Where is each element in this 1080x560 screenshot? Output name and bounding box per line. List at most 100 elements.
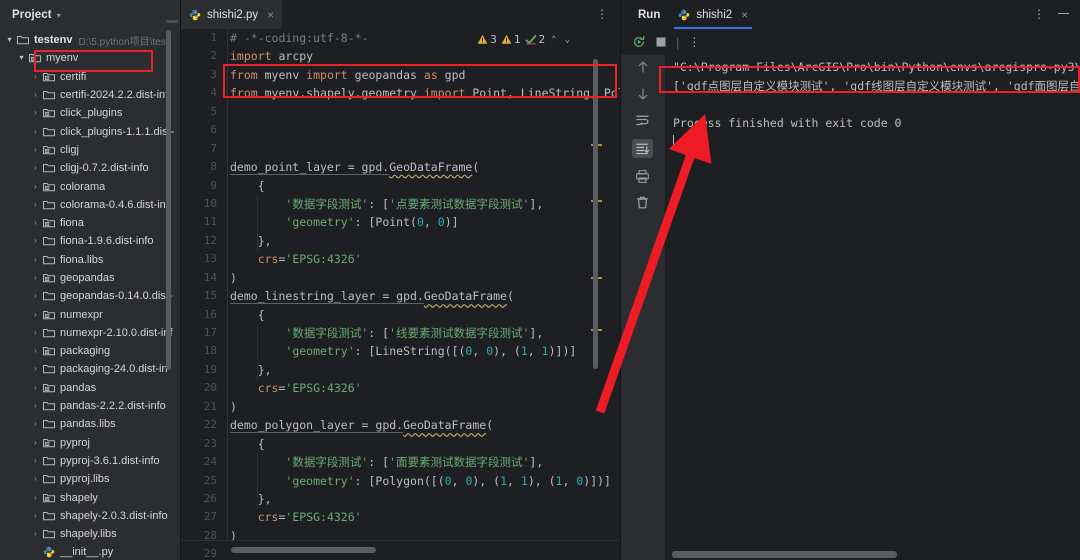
code-line[interactable]: crs='EPSG:4326' xyxy=(230,508,620,526)
code-line[interactable]: demo_linestring_layer = gpd.GeoDataFrame… xyxy=(230,287,620,305)
tree-row-shapely.libs[interactable]: › shapely.libs xyxy=(0,525,180,543)
chevron-right-icon[interactable]: › xyxy=(30,127,41,136)
code-line[interactable] xyxy=(230,140,620,158)
chevron-right-icon[interactable]: › xyxy=(30,347,41,355)
tree-row-numexpr-2.10.0.dist-inf[interactable]: › numexpr-2.10.0.dist-inf xyxy=(0,324,180,342)
code-line[interactable]: { xyxy=(230,306,620,324)
close-icon[interactable]: × xyxy=(741,9,748,21)
code-line[interactable]: 'geometry': [Polygon([(0, 0), (1, 1), (1… xyxy=(230,472,620,490)
tree-row-testenv[interactable]: ▾ testenv D:\5.python项目\tes xyxy=(0,31,180,49)
chevron-right-icon[interactable]: › xyxy=(30,292,41,300)
inspection-widget[interactable]: 3 1 2 ⌃ ⌄ xyxy=(477,33,572,46)
run-console-output[interactable]: "C:\Program Files\ArcGIS\Pro\bin\Python\… xyxy=(665,55,1080,560)
editor-options-kebab-icon[interactable]: ⋮ xyxy=(596,8,608,20)
editor-run-divider[interactable] xyxy=(620,0,621,560)
tree-row-pandas-2.2.2.dist-info[interactable]: › pandas-2.2.2.dist-info xyxy=(0,397,180,415)
tree-row-colorama[interactable]: › colorama xyxy=(0,177,180,195)
editor-horizontal-scrollbar[interactable] xyxy=(231,547,376,553)
chevron-down-icon[interactable]: ▾ xyxy=(16,54,27,62)
chevron-right-icon[interactable]: › xyxy=(30,310,41,319)
editor-vertical-scrollbar[interactable] xyxy=(593,59,598,369)
warning-indicator[interactable]: 3 xyxy=(477,33,497,46)
code-line[interactable]: { xyxy=(230,435,620,453)
tree-row-click_plugins[interactable]: › click_plugins xyxy=(0,104,180,122)
code-line[interactable]: '数据字段测试': ['点要素测试数据字段测试'], xyxy=(230,195,620,213)
tree-row-shapely[interactable]: › shapely xyxy=(0,488,180,506)
tree-row-geopandas-0.14.0.dist-[interactable]: › geopandas-0.14.0.dist- xyxy=(0,287,180,305)
code-line[interactable]: ) xyxy=(230,269,620,287)
code-line[interactable]: '数据字段测试': ['面要素测试数据字段测试'], xyxy=(230,453,620,471)
sidebar-editor-divider[interactable] xyxy=(180,0,181,560)
chevron-down-icon[interactable]: ▾ xyxy=(4,36,15,44)
tree-row-pyproj-3.6.1.dist-info[interactable]: › pyproj-3.6.1.dist-info xyxy=(0,452,180,470)
code-line[interactable]: ) xyxy=(230,527,620,545)
arrow-up-icon[interactable] xyxy=(636,59,650,75)
chevron-right-icon[interactable]: › xyxy=(30,328,41,337)
code-line[interactable]: 'geometry': [Point(0, 0)] xyxy=(230,213,620,231)
chevron-right-icon[interactable]: › xyxy=(30,109,41,117)
code-line[interactable]: }, xyxy=(230,232,620,250)
soft-wrap-icon[interactable] xyxy=(635,113,650,128)
tree-row-shapely-2.0.3.dist-info[interactable]: › shapely-2.0.3.dist-info xyxy=(0,507,180,525)
code-lines[interactable]: # -*-coding:utf-8-*- import arcpy from mye… xyxy=(230,29,620,560)
tree-row-cligj-0.7.2.dist-info[interactable]: › cligj-0.7.2.dist-info xyxy=(0,159,180,177)
code-line[interactable]: crs='EPSG:4326' xyxy=(230,250,620,268)
chevron-right-icon[interactable]: › xyxy=(30,255,41,264)
chevron-down-icon[interactable]: ▾ xyxy=(57,11,61,20)
tree-row-packaging-24.0.dist-in[interactable]: › packaging-24.0.dist-in xyxy=(0,360,180,378)
tree-row-fiona.libs[interactable]: › fiona.libs xyxy=(0,251,180,269)
ok-indicator[interactable]: 2 xyxy=(524,33,545,46)
chevron-right-icon[interactable]: › xyxy=(30,200,41,209)
code-line[interactable] xyxy=(230,121,620,139)
chevron-right-icon[interactable]: › xyxy=(30,182,41,191)
run-more-options-icon[interactable]: ⋮ xyxy=(688,36,700,48)
code-line[interactable]: import arcpy xyxy=(230,47,620,65)
chevron-right-icon[interactable]: › xyxy=(30,237,41,245)
chevron-right-icon[interactable]: › xyxy=(30,402,41,410)
code-line[interactable]: '数据字段测试': ['线要素测试数据字段测试'], xyxy=(230,324,620,342)
tree-row-packaging[interactable]: › packaging xyxy=(0,342,180,360)
code-line[interactable]: from myenv.shapely.geometry import Point… xyxy=(230,84,620,102)
code-line[interactable]: crs='EPSG:4326' xyxy=(230,379,620,397)
run-tab-shishi2[interactable]: shishi2 × xyxy=(674,0,753,29)
tree-row-fiona[interactable]: › fiona xyxy=(0,214,180,232)
chevron-right-icon[interactable]: › xyxy=(30,72,41,81)
arrow-down-icon[interactable] xyxy=(636,86,650,102)
tree-row-colorama-0.4.6.dist-inf[interactable]: › colorama-0.4.6.dist-inf xyxy=(0,196,180,214)
chevron-right-icon[interactable]: › xyxy=(30,91,41,99)
weak-warning-indicator[interactable]: 1 xyxy=(501,33,521,46)
rerun-icon[interactable] xyxy=(632,35,646,49)
code-line[interactable]: demo_point_layer = gpd.GeoDataFrame( xyxy=(230,158,620,176)
chevron-right-icon[interactable]: › xyxy=(30,145,41,154)
trash-icon[interactable] xyxy=(635,195,650,210)
tree-row-fiona-1.9.6.dist-info[interactable]: › fiona-1.9.6.dist-info xyxy=(0,232,180,250)
code-line[interactable]: }, xyxy=(230,361,620,379)
code-line[interactable]: demo_polygon_layer = gpd.GeoDataFrame( xyxy=(230,416,620,434)
chevron-right-icon[interactable]: › xyxy=(30,274,41,282)
tree-row-certifi-2024.2.2.dist-inf[interactable]: › certifi-2024.2.2.dist-inf xyxy=(0,86,180,104)
previous-problem-icon[interactable]: ⌃ xyxy=(549,35,558,45)
editor-tab-shishi2[interactable]: shishi2.py × xyxy=(180,0,283,29)
code-line[interactable]: ) xyxy=(230,398,620,416)
chevron-right-icon[interactable]: › xyxy=(30,383,41,392)
console-horizontal-scrollbar[interactable] xyxy=(672,551,897,558)
code-line[interactable] xyxy=(230,103,620,121)
chevron-right-icon[interactable]: › xyxy=(30,456,41,465)
code-line[interactable]: }, xyxy=(230,490,620,508)
project-panel-header[interactable]: Project ▾ xyxy=(0,0,180,29)
tree-row-numexpr[interactable]: › numexpr xyxy=(0,305,180,323)
tree-row-certifi[interactable]: › certifi xyxy=(0,68,180,86)
tree-row-cligj[interactable]: › cligj xyxy=(0,141,180,159)
chevron-right-icon[interactable]: › xyxy=(30,530,41,538)
tree-row-__init__.py[interactable]: __init__.py xyxy=(0,543,180,560)
tree-row-pyproj.libs[interactable]: › pyproj.libs xyxy=(0,470,180,488)
chevron-right-icon[interactable]: › xyxy=(30,219,41,227)
close-icon[interactable]: × xyxy=(267,9,274,21)
stop-icon[interactable] xyxy=(655,36,667,48)
next-problem-icon[interactable]: ⌄ xyxy=(563,35,572,45)
chevron-right-icon[interactable]: › xyxy=(30,493,41,502)
sidebar-scrollbar[interactable] xyxy=(166,30,171,370)
chevron-right-icon[interactable]: › xyxy=(30,420,41,428)
tree-row-pandas[interactable]: › pandas xyxy=(0,379,180,397)
tree-row-pandas.libs[interactable]: › pandas.libs xyxy=(0,415,180,433)
